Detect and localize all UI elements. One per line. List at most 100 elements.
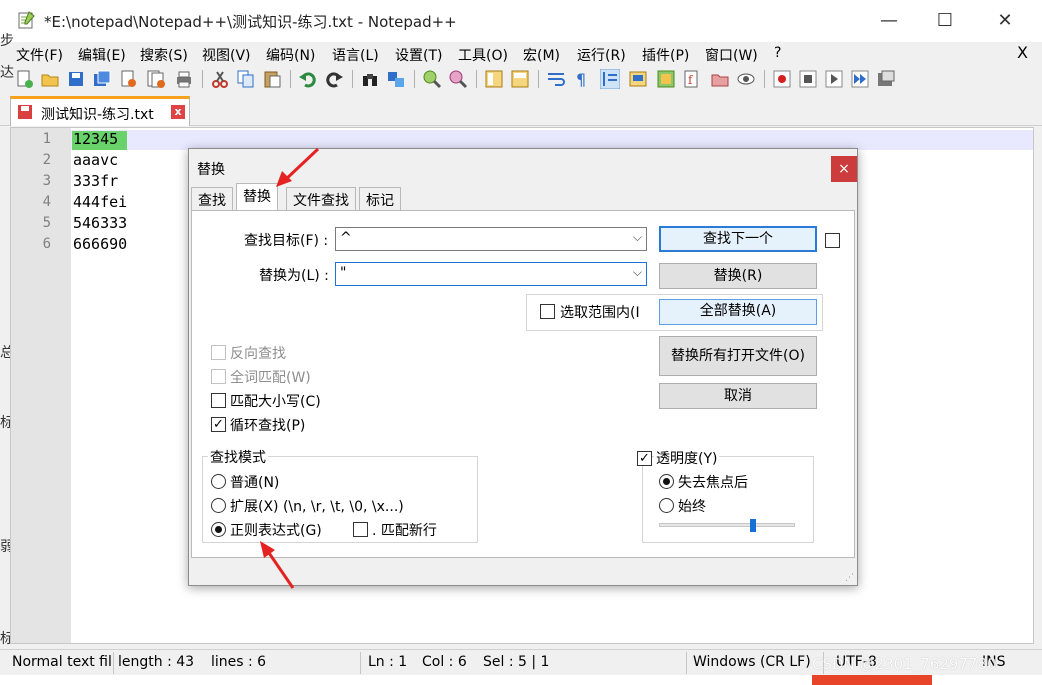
tab-find-in-files[interactable]: 文件查找: [286, 187, 356, 211]
search-mode-extended-label: 扩展(X) (\n, \r, \t, \0, \x...): [230, 499, 404, 515]
transparency-slider[interactable]: [659, 523, 795, 527]
in-selection-checkbox[interactable]: [540, 304, 555, 319]
match-case-checkbox[interactable]: [211, 393, 226, 408]
menu-macro[interactable]: 宏(M): [523, 45, 560, 65]
stop-macro-icon[interactable]: [798, 69, 818, 89]
monitoring-eye-icon[interactable]: [736, 69, 756, 89]
print-icon[interactable]: [174, 69, 194, 89]
paste-icon[interactable]: [262, 69, 282, 89]
replace-with-input[interactable]: " ⌵: [335, 262, 647, 286]
close-document-x[interactable]: X: [1017, 43, 1028, 62]
resize-grip-icon[interactable]: ⋰: [845, 573, 855, 583]
run-macro-multiple-icon[interactable]: [850, 69, 870, 89]
cancel-button[interactable]: 取消: [659, 383, 817, 409]
play-macro-icon[interactable]: [824, 69, 844, 89]
whole-word-checkbox[interactable]: [211, 369, 226, 384]
dialog-close-icon[interactable]: ×: [831, 156, 857, 182]
close-window-button[interactable]: ✕: [982, 6, 1028, 36]
search-mode-extended-radio[interactable]: [211, 498, 226, 513]
line-number: 4: [42, 194, 51, 210]
transparency-side-checkbox[interactable]: [825, 233, 840, 248]
new-file-icon[interactable]: [14, 69, 34, 89]
folder-workspace-icon[interactable]: [710, 69, 730, 89]
menu-file[interactable]: 文件(F): [16, 45, 63, 65]
zoom-out-icon[interactable]: [448, 69, 468, 89]
close-file-icon[interactable]: [118, 69, 138, 89]
save-all-icon[interactable]: [92, 69, 112, 89]
code-line[interactable]: aaavc: [73, 151, 118, 169]
status-line-number: Ln : 1: [368, 654, 408, 670]
word-wrap-icon[interactable]: [546, 69, 566, 89]
replace-icon[interactable]: [386, 69, 406, 89]
record-macro-icon[interactable]: [772, 69, 792, 89]
wrap-around-label: 循环查找(P): [230, 418, 306, 434]
menu-settings[interactable]: 设置(T): [395, 45, 442, 65]
replace-all-open-docs-button[interactable]: 替换所有打开文件(O): [659, 336, 817, 376]
always-radio[interactable]: [659, 498, 674, 513]
find-binoculars-icon[interactable]: [360, 69, 380, 89]
backward-checkbox[interactable]: [211, 345, 226, 360]
wrap-around-checkbox[interactable]: ✓: [211, 417, 226, 432]
code-line[interactable]: 12345: [73, 130, 118, 148]
sync-vertical-icon[interactable]: [484, 69, 504, 89]
toolbar-separator: [476, 70, 477, 88]
transparency-label: 透明度(Y): [654, 448, 720, 468]
menu-language[interactable]: 语言(L): [332, 45, 379, 65]
toolbar: ¶ f: [0, 66, 1042, 92]
close-all-icon[interactable]: [146, 69, 166, 89]
replace-button[interactable]: 替换(R): [659, 263, 817, 289]
window-title: *E:\notepad\Notepad++\测试知识-练习.txt - Note…: [44, 13, 457, 31]
search-mode-normal-radio[interactable]: [211, 474, 226, 489]
dot-matches-newline-checkbox[interactable]: [353, 522, 368, 537]
chevron-down-icon[interactable]: ⌵: [633, 265, 642, 280]
document-map-icon[interactable]: [656, 69, 676, 89]
menu-edit[interactable]: 编辑(E): [78, 45, 126, 65]
zoom-in-icon[interactable]: [422, 69, 442, 89]
replace-all-button[interactable]: 全部替换(A): [659, 299, 817, 325]
current-line-highlight: [71, 130, 1033, 150]
code-line[interactable]: 666690: [73, 235, 127, 253]
menu-tools[interactable]: 工具(O): [458, 45, 508, 65]
show-all-characters-icon[interactable]: ¶: [572, 69, 592, 89]
find-what-input[interactable]: ^ ⌵: [335, 227, 647, 251]
open-folder-icon[interactable]: [40, 69, 60, 89]
menu-view[interactable]: 视图(V): [202, 45, 251, 65]
search-mode-regex-radio[interactable]: [211, 522, 226, 537]
menu-encoding[interactable]: 编码(N): [266, 45, 315, 65]
search-mode-normal-label: 普通(N): [230, 475, 280, 491]
cut-icon[interactable]: [210, 69, 230, 89]
menu-help[interactable]: ?: [774, 45, 781, 61]
sync-horizontal-icon[interactable]: [510, 69, 530, 89]
tab-find[interactable]: 查找: [191, 187, 233, 211]
menu-search[interactable]: 搜索(S): [140, 45, 188, 65]
redo-icon[interactable]: [324, 69, 344, 89]
save-macro-icon[interactable]: [876, 69, 896, 89]
watermark: CSDN @2301_76297780: [812, 655, 997, 673]
chevron-down-icon[interactable]: ⌵: [633, 230, 642, 245]
code-line[interactable]: 546333: [73, 214, 127, 232]
menu-run[interactable]: 运行(R): [577, 45, 626, 65]
on-lose-focus-radio[interactable]: [659, 474, 674, 489]
minimize-button[interactable]: —: [866, 6, 912, 36]
code-line[interactable]: 444fei: [73, 193, 127, 211]
transparency-checkbox[interactable]: ✓: [637, 451, 652, 466]
function-list-icon[interactable]: f: [682, 69, 702, 89]
user-language-icon[interactable]: [628, 69, 648, 89]
indent-guide-icon[interactable]: [600, 69, 620, 89]
menu-window[interactable]: 窗口(W): [705, 45, 758, 65]
save-icon[interactable]: [66, 69, 86, 89]
find-next-button[interactable]: 查找下一个: [659, 226, 817, 252]
tab-mark[interactable]: 标记: [359, 187, 401, 211]
line-number: 5: [42, 215, 51, 231]
maximize-button[interactable]: ☐: [922, 6, 968, 36]
menu-plugins[interactable]: 插件(P): [642, 45, 689, 65]
line-number-gutter: 1 2 3 4 5 6: [11, 128, 71, 643]
copy-icon[interactable]: [236, 69, 256, 89]
document-tab[interactable]: 测试知识-练习.txt x: [10, 96, 190, 126]
transparency-slider-thumb[interactable]: [750, 519, 756, 532]
undo-icon[interactable]: [298, 69, 318, 89]
tab-close-icon[interactable]: x: [171, 105, 185, 119]
code-line[interactable]: 333fr: [73, 172, 118, 190]
replace-dialog: 替换 × 查找 替换 文件查找 标记 查找目标(F) : ^ ⌵ 替换为(L) …: [188, 148, 858, 586]
search-mode-regex-label: 正则表达式(G): [230, 523, 322, 539]
